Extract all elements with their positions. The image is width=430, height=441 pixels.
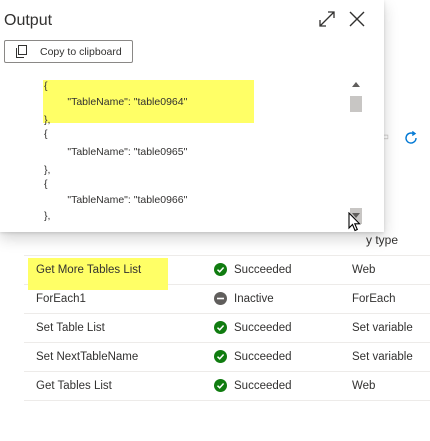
activity-type: Web: [352, 380, 376, 392]
output-code-viewer[interactable]: { "TableName": "table0964" }, { "TableNa…: [28, 76, 368, 228]
activity-type: Set variable: [352, 351, 413, 363]
success-check-icon: [214, 350, 227, 363]
table-row[interactable]: ForEach1 Inactive ForEach: [24, 285, 430, 314]
code-line: "TableName": "table0964": [44, 96, 188, 108]
table-row[interactable]: Get Tables List Succeeded Web: [24, 372, 430, 401]
copy-to-clipboard-button[interactable]: Copy to clipboard: [4, 40, 133, 63]
output-dialog: Output Copy to clipboard { "TableName": …: [0, 0, 384, 232]
activity-status: Succeeded: [214, 263, 292, 276]
activity-name[interactable]: Get More Tables List: [36, 264, 141, 276]
status-label: Inactive: [234, 292, 274, 305]
activity-name[interactable]: ForEach1: [36, 293, 86, 305]
success-check-icon: [214, 379, 227, 392]
activity-name[interactable]: Set Table List: [36, 322, 105, 334]
status-label: Succeeded: [234, 350, 292, 363]
activity-type: ForEach: [352, 293, 396, 305]
inactive-icon: [214, 292, 227, 305]
code-line: },: [44, 210, 51, 222]
table-row[interactable]: Set Table List Succeeded Set variable: [24, 314, 430, 343]
activity-status: Succeeded: [214, 350, 292, 363]
expand-icon[interactable]: [318, 10, 336, 28]
activity-status: Succeeded: [214, 379, 292, 392]
mouse-cursor-icon: [348, 212, 361, 232]
table-row[interactable]: Get More Tables List Succeeded Web: [24, 256, 430, 290]
code-line: {: [44, 178, 48, 190]
code-line: {: [44, 80, 48, 92]
code-content: { "TableName": "table0964" }, { "TableNa…: [28, 76, 346, 228]
scrollbar-thumb[interactable]: [350, 96, 362, 112]
success-check-icon: [214, 263, 227, 276]
copy-icon: [16, 45, 27, 58]
dialog-title: Output: [4, 12, 53, 29]
vertical-scrollbar[interactable]: [348, 76, 364, 228]
scroll-up-arrow-icon[interactable]: [352, 82, 360, 87]
activity-type: Set variable: [352, 322, 413, 334]
activity-name[interactable]: Set NextTableName: [36, 351, 138, 363]
copy-button-label: Copy to clipboard: [40, 45, 122, 58]
success-check-icon: [214, 321, 227, 334]
column-header-activity-type[interactable]: y type: [366, 233, 398, 247]
status-label: Succeeded: [234, 321, 292, 334]
status-label: Succeeded: [234, 379, 292, 392]
code-line: "TableName": "table0965": [44, 146, 188, 158]
table-row[interactable]: Set NextTableName Succeeded Set variable: [24, 343, 430, 372]
activity-type: Web: [352, 264, 376, 276]
activity-name[interactable]: Get Tables List: [36, 380, 112, 392]
refresh-icon[interactable]: [403, 130, 419, 146]
close-icon[interactable]: [348, 10, 366, 28]
code-line: "TableName": "table0966": [44, 194, 188, 206]
code-line: {: [44, 128, 48, 140]
activity-status: Inactive: [214, 292, 274, 305]
activity-status: Succeeded: [214, 321, 292, 334]
activity-runs-table: Get More Tables List Succeeded Web ForEa…: [24, 256, 430, 401]
status-label: Succeeded: [234, 263, 292, 276]
